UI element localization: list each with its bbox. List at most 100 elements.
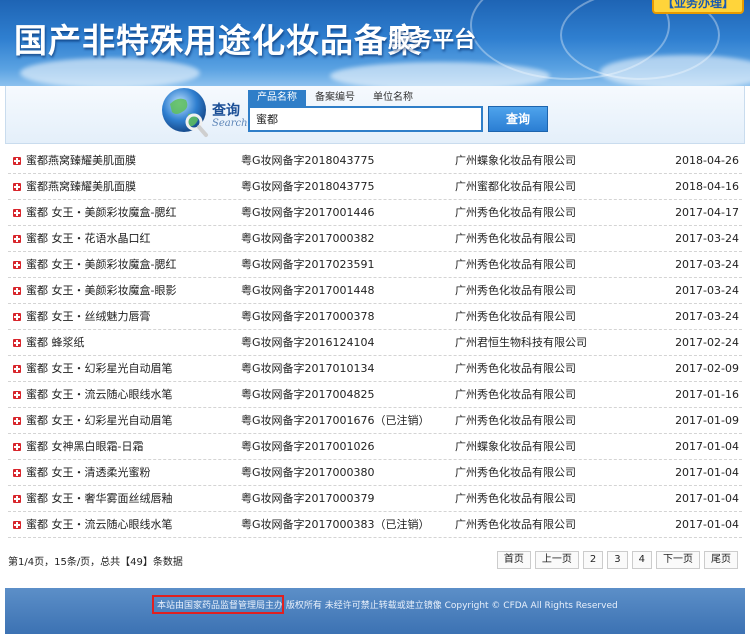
company-name: 广州秀色化妆品有限公司 (455, 492, 576, 505)
result-row[interactable]: 蜜都 女王・花语水晶口红 粤G妆网备字2017000382 广州秀色化妆品有限公司 2… (8, 226, 742, 252)
product-name-link[interactable]: 蜜都 女王・流云随心眼线水笔 (26, 382, 173, 408)
result-row[interactable]: 蜜都 女王・美颜彩妆魔盒-眼影 粤G妆网备字2017001448 广州秀色化妆品有限… (8, 278, 742, 304)
site-subtitle: 服务平台 (388, 27, 477, 53)
record-number: 粤G妆网备字2018043775 (241, 180, 375, 193)
product-name-link[interactable]: 蜜都 女王・美颜彩妆魔盒-眼影 (26, 278, 176, 304)
search-input[interactable] (248, 106, 483, 132)
record-date: 2017-02-09 (675, 362, 739, 375)
result-row[interactable]: 蜜都 女王・清透柔光蜜粉 粤G妆网备字2017000380 广州秀色化妆品有限公司 2… (8, 460, 742, 486)
globe-search-icon (162, 88, 208, 137)
record-number: 粤G妆网备字2016124104 (241, 336, 375, 349)
record-date: 2017-03-24 (675, 258, 739, 271)
company-name: 广州秀色化妆品有限公司 (455, 414, 576, 427)
search-button[interactable]: 查询 (488, 106, 548, 132)
header-banner: 国产非特殊用途化妆品备案 服务平台 【业务办理】 (0, 0, 750, 86)
pagination-info: 第1/4页，15条/页，总共【49】条数据 (8, 557, 183, 568)
company-name: 广州秀色化妆品有限公司 (455, 388, 576, 401)
bullet-icon (13, 261, 21, 269)
site-title: 国产非特殊用途化妆品备案 (14, 21, 422, 60)
record-date: 2017-03-24 (675, 310, 739, 323)
company-name: 广州秀色化妆品有限公司 (455, 258, 576, 271)
page-button[interactable]: 尾页 (704, 551, 738, 569)
product-name-link[interactable]: 蜜都 女王・流云随心眼线水笔 (26, 512, 173, 538)
record-number: 粤G妆网备字2017010134 (241, 362, 375, 375)
record-date: 2017-01-16 (675, 388, 739, 401)
record-date: 2017-01-04 (675, 440, 739, 453)
company-name: 广州蝶象化妆品有限公司 (455, 154, 576, 167)
footer-highlight-box (152, 595, 284, 614)
company-name: 广州蝶象化妆品有限公司 (455, 440, 576, 453)
product-name-link[interactable]: 蜜都 女王・美颜彩妆魔盒-腮红 (26, 200, 176, 226)
search-heading-en: Search (212, 118, 248, 129)
record-date: 2017-03-24 (675, 284, 739, 297)
record-number: 粤G妆网备字2017023591 (241, 258, 375, 271)
result-row[interactable]: 蜜都燕窝臻耀美肌面膜 粤G妆网备字2018043775 广州蜜都化妆品有限公司 201… (8, 174, 742, 200)
result-row[interactable]: 蜜都 女王・奢华雾面丝绒唇釉 粤G妆网备字2017000379 广州秀色化妆品有限公… (8, 486, 742, 512)
product-name-link[interactable]: 蜜都 女神黑白眼霜-日霜 (26, 434, 143, 460)
company-name: 广州秀色化妆品有限公司 (455, 362, 576, 375)
product-name-link[interactable]: 蜜都 女王・幻彩星光自动眉笔 (26, 356, 173, 382)
company-name: 广州秀色化妆品有限公司 (455, 284, 576, 297)
company-name: 广州秀色化妆品有限公司 (455, 466, 576, 479)
result-row[interactable]: 蜜都 女王・美颜彩妆魔盒-腮红 粤G妆网备字2017023591 广州秀色化妆品有限… (8, 252, 742, 278)
page-button[interactable]: 首页 (496, 551, 531, 569)
result-row[interactable]: 蜜都 女王・美颜彩妆魔盒-腮红 粤G妆网备字2017001446 广州秀色化妆品有限… (8, 200, 742, 226)
result-row[interactable]: 蜜都 女王・丝绒魅力唇膏 粤G妆网备字2017000378 广州秀色化妆品有限公司 2… (8, 304, 742, 330)
record-date: 2017-01-04 (675, 492, 739, 505)
page-button[interactable]: 4 (631, 551, 652, 569)
tab-product-name[interactable]: 产品名称 (248, 90, 306, 106)
product-name-link[interactable]: 蜜都 女王・幻彩星光自动眉笔 (26, 408, 173, 434)
company-name: 广州蜜都化妆品有限公司 (455, 180, 576, 193)
page-button[interactable]: 上一页 (534, 551, 579, 569)
result-row[interactable]: 蜜都燕窝臻耀美肌面膜 粤G妆网备字2018043775 广州蝶象化妆品有限公司 201… (8, 148, 742, 174)
search-tabs: 产品名称 备案编号 单位名称 (248, 90, 422, 106)
company-name: 广州秀色化妆品有限公司 (455, 310, 576, 323)
record-number: 粤G妆网备字2017001026 (241, 440, 375, 453)
footer (5, 588, 745, 634)
page-button[interactable]: 下一页 (656, 551, 700, 569)
record-number: 粤G妆网备字2017004825 (241, 388, 375, 401)
product-name-link[interactable]: 蜜都 女王・花语水晶口红 (26, 226, 151, 252)
bullet-icon (13, 443, 21, 451)
result-row[interactable]: 蜜都 女王・流云随心眼线水笔 粤G妆网备字2017004825 广州秀色化妆品有限公… (8, 382, 742, 408)
result-row[interactable]: 蜜都 女王・幻彩星光自动眉笔 粤G妆网备字2017001676（已注销） 广州秀色化… (8, 408, 742, 434)
company-name: 广州君恒生物科技有限公司 (455, 336, 587, 349)
product-name-link[interactable]: 蜜都 女王・奢华雾面丝绒唇釉 (26, 486, 173, 512)
result-row[interactable]: 蜜都 女神黑白眼霜-日霜 粤G妆网备字2017001026 广州蝶象化妆品有限公司 2… (8, 434, 742, 460)
record-number: 粤G妆网备字2017000379 (241, 492, 375, 505)
pagination: 首页 上一页 2 3 4 下一页 尾页 (496, 551, 738, 569)
result-row[interactable]: 蜜都 女王・幻彩星光自动眉笔 粤G妆网备字2017010134 广州秀色化妆品有限公… (8, 356, 742, 382)
company-name: 广州秀色化妆品有限公司 (455, 518, 576, 531)
record-number: 粤G妆网备字2017000382 (241, 232, 375, 245)
record-date: 2017-03-24 (675, 232, 739, 245)
company-name: 广州秀色化妆品有限公司 (455, 206, 576, 219)
record-number: 粤G妆网备字2017000378 (241, 310, 375, 323)
tab-record-number[interactable]: 备案编号 (306, 90, 364, 106)
cloud-decoration (20, 58, 200, 86)
bullet-icon (13, 391, 21, 399)
product-name-link[interactable]: 蜜都燕窝臻耀美肌面膜 (26, 174, 136, 200)
product-name-link[interactable]: 蜜都 女王・丝绒魅力唇膏 (26, 304, 151, 330)
tab-company-name[interactable]: 单位名称 (364, 90, 422, 106)
page-button[interactable]: 3 (607, 551, 628, 569)
search-heading: 查询 (212, 103, 240, 119)
bullet-icon (13, 469, 21, 477)
results-list: 蜜都燕窝臻耀美肌面膜 粤G妆网备字2018043775 广州蝶象化妆品有限公司 201… (8, 148, 742, 538)
record-date: 2017-01-04 (675, 466, 739, 479)
bullet-icon (13, 521, 21, 529)
product-name-link[interactable]: 蜜都 蜂浆纸 (26, 330, 85, 356)
record-number: 粤G妆网备字2017001446 (241, 206, 375, 219)
record-date: 2017-01-09 (675, 414, 739, 427)
record-number: 粤G妆网备字2017000380 (241, 466, 375, 479)
product-name-link[interactable]: 蜜都 女王・美颜彩妆魔盒-腮红 (26, 252, 176, 278)
business-badge[interactable]: 【业务办理】 (652, 0, 744, 14)
page-button[interactable]: 2 (582, 551, 604, 569)
bullet-icon (13, 417, 21, 425)
result-row[interactable]: 蜜都 蜂浆纸 粤G妆网备字2016124104 广州君恒生物科技有限公司 2017-0… (8, 330, 742, 356)
bullet-icon (13, 235, 21, 243)
bullet-icon (13, 209, 21, 217)
result-row[interactable]: 蜜都 女王・流云随心眼线水笔 粤G妆网备字2017000383（已注销） 广州秀色化… (8, 512, 742, 538)
record-number: 粤G妆网备字2017000383（已注销） (241, 518, 430, 531)
product-name-link[interactable]: 蜜都 女王・清透柔光蜜粉 (26, 460, 151, 486)
product-name-link[interactable]: 蜜都燕窝臻耀美肌面膜 (26, 148, 136, 174)
